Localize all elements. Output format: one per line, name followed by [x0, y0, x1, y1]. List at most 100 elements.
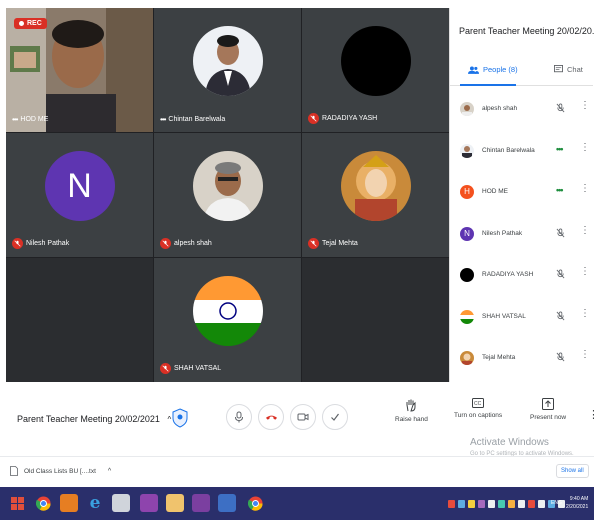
participant-row[interactable]: RADADIYA YASH ⋮: [450, 262, 593, 304]
camera-button[interactable]: [290, 404, 316, 430]
tile-name-label: Tejal Mehta: [308, 238, 358, 249]
more-options-icon[interactable]: ⋮: [580, 308, 590, 319]
panel-tabs: People (8) Chat: [450, 60, 593, 86]
participant-row[interactable]: Chintan Barelwala ••• ⋮: [450, 138, 593, 180]
participant-row[interactable]: N Nilesh Pathak ⋮: [450, 221, 593, 263]
svg-text:CC: CC: [474, 401, 482, 407]
participant-list: alpesh shah ⋮ Chintan Barelwala ••• ⋮ H …: [450, 96, 593, 387]
more-options-icon[interactable]: ⋮: [580, 142, 590, 153]
video-tile-empty: [6, 258, 153, 382]
download-item[interactable]: Old Class Lists BU [....txt ^: [10, 466, 111, 476]
present-icon: [542, 398, 555, 410]
raise-hand-icon: [406, 399, 416, 412]
chrome-icon[interactable]: [246, 494, 264, 512]
chevron-up-icon: ^: [167, 415, 172, 424]
video-tile-radadiya[interactable]: RADADIYA YASH: [302, 8, 449, 132]
mic-off-icon: [556, 269, 565, 279]
checkmark-icon: [331, 413, 339, 421]
app-icon[interactable]: [60, 494, 78, 512]
app-icon[interactable]: [218, 494, 236, 512]
active-tab-indicator: [460, 84, 516, 86]
video-tile-nilesh[interactable]: N Nilesh Pathak: [6, 133, 153, 257]
mic-off-icon: [308, 238, 319, 249]
present-now-button[interactable]: Present now: [530, 398, 566, 421]
checkmark-button[interactable]: [322, 404, 348, 430]
input-language[interactable]: ENG: [551, 500, 562, 506]
tile-name-label: RADADIYA YASH: [308, 113, 377, 124]
more-options-icon[interactable]: ⋮: [580, 101, 590, 111]
mic-off-icon: [12, 238, 23, 249]
more-options-icon[interactable]: ⋮: [580, 267, 590, 277]
raise-hand-button[interactable]: Raise hand: [395, 398, 428, 423]
video-tile-tejal[interactable]: Tejal Mehta: [302, 133, 449, 257]
tab-chat[interactable]: Chat: [554, 65, 583, 74]
file-icon: [10, 466, 18, 476]
tab-people[interactable]: People (8): [468, 65, 518, 74]
video-grid: REC ••• HOD ME ••• Chintan Barelwala RAD…: [6, 8, 449, 382]
avatar-chintan: [192, 26, 263, 96]
participant-avatar: [460, 268, 474, 282]
mic-off-icon: [556, 103, 565, 113]
video-tile-hod-me[interactable]: REC ••• HOD ME: [6, 8, 153, 132]
tile-name-label: alpesh shah: [160, 238, 212, 249]
participant-avatar: N: [460, 226, 474, 241]
participant-avatar: H: [460, 185, 474, 199]
meeting-controls-bar: Parent Teacher Meeting 20/02/2021 ^ Rais…: [0, 386, 594, 457]
captions-icon: CC: [472, 398, 485, 408]
avatar-nilesh: N: [44, 151, 115, 221]
avatar-radadiya: [340, 26, 411, 96]
more-options-icon[interactable]: ⋮: [580, 225, 590, 236]
chevron-up-icon[interactable]: ^: [108, 468, 111, 475]
file-explorer-icon[interactable]: [166, 494, 184, 512]
people-panel: Parent Teacher Meeting 20/02/20... Peopl…: [449, 8, 594, 382]
participant-avatar: [460, 102, 474, 116]
internet-explorer-icon[interactable]: e: [86, 494, 104, 512]
tile-name-label: Nilesh Pathak: [12, 238, 69, 249]
activate-windows-title: Activate Windows: [470, 437, 549, 448]
recording-badge: REC: [14, 18, 47, 29]
show-all-button[interactable]: Show all: [556, 464, 589, 478]
chrome-icon[interactable]: [34, 494, 52, 512]
system-tray[interactable]: [448, 498, 565, 510]
video-tile-empty: [302, 258, 449, 382]
participant-row[interactable]: Tejal Mehta ⋮: [450, 345, 593, 387]
mic-off-icon: [160, 363, 171, 374]
more-options-icon[interactable]: ⋮: [588, 408, 594, 421]
record-dot-icon: [19, 21, 24, 26]
participant-avatar: [460, 309, 474, 324]
video-tile-alpesh[interactable]: alpesh shah: [154, 133, 301, 257]
app-icon[interactable]: [140, 494, 158, 512]
meeting-title[interactable]: Parent Teacher Meeting 20/02/2021 ^: [17, 414, 171, 424]
calculator-icon[interactable]: [112, 494, 130, 512]
speaking-indicator-icon: •••: [556, 185, 564, 195]
participant-row[interactable]: SHAH VATSAL ⋮: [450, 304, 593, 346]
mic-off-icon: [160, 238, 171, 249]
participant-avatar: [460, 143, 474, 158]
avatar-alpesh: [192, 151, 263, 221]
app-icon[interactable]: [192, 494, 210, 512]
more-options-icon[interactable]: ⋮: [580, 184, 590, 194]
microphone-button[interactable]: [226, 404, 252, 430]
download-bar: Old Class Lists BU [....txt ^ Show all: [0, 456, 594, 486]
video-tile-shah-vatsal[interactable]: SHAH VATSAL: [154, 258, 301, 382]
clock[interactable]: 9:40 AM 2/20/2021: [566, 495, 588, 511]
chat-icon: [554, 65, 563, 73]
host-shield-icon[interactable]: [172, 408, 188, 428]
mic-off-icon: [556, 228, 565, 237]
captions-button[interactable]: CC Turn on captions: [454, 398, 502, 419]
video-tile-chintan[interactable]: ••• Chintan Barelwala: [154, 8, 301, 132]
avatar-tejal: [340, 151, 411, 221]
leave-call-button[interactable]: [258, 404, 284, 430]
taskbar: e ENG 9:40 AM 2/20/2021: [0, 487, 594, 520]
participant-row[interactable]: H HOD ME ••• ⋮: [450, 179, 593, 221]
more-options-icon[interactable]: ⋮: [580, 350, 590, 360]
hangup-icon: [265, 415, 277, 420]
mic-off-icon: [556, 311, 565, 320]
panel-title: Parent Teacher Meeting 20/02/20...: [459, 26, 594, 36]
avatar-shah-vatsal: [192, 276, 263, 346]
more-dots-icon: •••: [160, 115, 166, 124]
participant-row[interactable]: alpesh shah ⋮: [450, 96, 593, 138]
people-icon: [468, 65, 479, 74]
windows-start-icon[interactable]: [8, 494, 26, 512]
tile-name-label: SHAH VATSAL: [160, 363, 221, 374]
